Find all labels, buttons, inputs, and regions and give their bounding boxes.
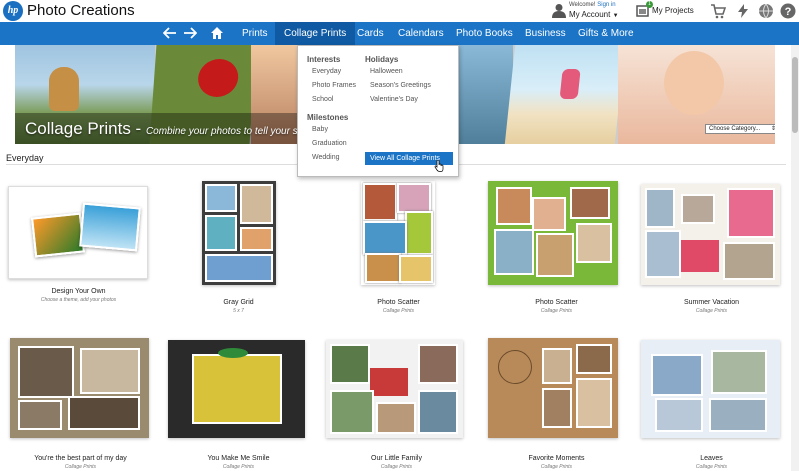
card-subtitle: Collage Prints: [64, 464, 97, 470]
card-thumbnail[interactable]: [202, 181, 276, 285]
product-card-our-little-family[interactable]: Our Little Family Collage Prints: [326, 338, 467, 471]
main-nav: Prints Collage Prints Cards Calendars Ph…: [0, 22, 799, 45]
my-projects-button[interactable]: 1 My Projects: [636, 1, 696, 19]
hero-photo-beach: [504, 45, 626, 144]
home-icon[interactable]: [210, 26, 224, 40]
menu-heading-interests: Interests: [307, 55, 341, 64]
nav-photo-books[interactable]: Photo Books: [456, 22, 513, 45]
card-thumbnail[interactable]: [326, 340, 463, 438]
product-card-summer-vacation[interactable]: Summer Vacation Collage Prints: [641, 181, 782, 316]
product-card-leaves[interactable]: Leaves Collage Prints: [641, 338, 782, 471]
chevron-down-icon: ▼: [612, 13, 619, 19]
nav-calendars[interactable]: Calendars: [398, 22, 444, 45]
product-card-gray-grid[interactable]: Gray Grid 5 x 7: [168, 181, 309, 316]
cart-icon[interactable]: [710, 3, 726, 19]
menu-heading-milestones: Milestones: [307, 113, 349, 122]
card-subtitle: Collage Prints: [540, 308, 573, 314]
card-title[interactable]: Photo Scatter: [486, 299, 627, 306]
product-card-photo-scatter-green[interactable]: Photo Scatter Collage Prints: [486, 181, 627, 316]
product-card-photo-scatter[interactable]: Photo Scatter Collage Prints: [328, 181, 469, 316]
scrollbar-thumb[interactable]: [792, 57, 798, 133]
menu-item-seasons-greetings[interactable]: Season's Greetings: [370, 82, 431, 89]
menu-item-everyday[interactable]: Everyday: [312, 68, 341, 75]
card-subtitle: Collage Prints: [540, 464, 573, 470]
card-thumbnail[interactable]: [361, 181, 435, 285]
menu-item-halloween[interactable]: Halloween: [370, 68, 403, 75]
card-title[interactable]: Gray Grid: [168, 299, 309, 306]
card-subtitle: Collage Prints: [380, 464, 413, 470]
card-title[interactable]: Design Your Own: [8, 288, 149, 295]
card-title[interactable]: You're the best part of my day: [10, 455, 151, 462]
menu-item-baby[interactable]: Baby: [312, 126, 328, 133]
menu-item-valentines-day[interactable]: Valentine's Day: [370, 96, 418, 103]
nav-cards[interactable]: Cards: [357, 22, 384, 45]
card-thumbnail[interactable]: [488, 181, 618, 285]
card-thumbnail[interactable]: [641, 340, 780, 438]
menu-item-wedding[interactable]: Wedding: [312, 154, 340, 161]
top-bar: hp Photo Creations Welcome! Sign in My A…: [0, 0, 799, 22]
section-title-everyday: Everyday: [6, 153, 44, 163]
arrow-left-icon[interactable]: [163, 26, 177, 40]
help-icon[interactable]: ?: [780, 3, 796, 19]
hp-logo[interactable]: hp: [3, 1, 23, 21]
nav-business[interactable]: Business: [525, 22, 566, 45]
product-card-design-your-own[interactable]: Design Your Own Choose a theme, add your…: [8, 186, 149, 306]
select-arrows-icon: ⇕: [770, 126, 775, 132]
lightning-icon[interactable]: [735, 3, 751, 19]
hero-title: Collage Prints - Combine your photos to …: [25, 119, 298, 138]
menu-item-school[interactable]: School: [312, 96, 333, 103]
svg-text:?: ?: [785, 6, 792, 18]
hand-cursor-icon: [434, 160, 444, 172]
menu-item-photo-frames[interactable]: Photo Frames: [312, 82, 356, 89]
card-thumbnail[interactable]: [488, 338, 618, 438]
card-thumbnail[interactable]: [10, 338, 149, 438]
hero-subtitle: Combine your photos to tell your s: [145, 126, 298, 137]
menu-item-graduation[interactable]: Graduation: [312, 140, 347, 147]
collage-prints-dropdown: Interests Everyday Photo Frames School H…: [297, 45, 459, 177]
welcome-text: Welcome! Sign in: [569, 2, 616, 8]
page-scrollbar[interactable]: [791, 45, 799, 471]
card-subtitle: Collage Prints: [695, 308, 728, 314]
product-card-favorite-moments[interactable]: Favorite Moments Collage Prints: [486, 338, 627, 471]
my-account-label[interactable]: My Account ▼: [569, 10, 619, 19]
product-card-best-part-of-my-day[interactable]: You're the best part of my day Collage P…: [10, 338, 151, 471]
card-thumbnail[interactable]: [641, 184, 780, 285]
globe-icon[interactable]: [758, 3, 774, 19]
card-thumbnail[interactable]: [168, 340, 305, 438]
card-title[interactable]: Favorite Moments: [486, 455, 627, 462]
arrow-right-icon[interactable]: [183, 26, 197, 40]
card-subtitle: Choose a theme, add your photos: [40, 297, 117, 303]
nav-prints[interactable]: Prints: [242, 22, 268, 45]
card-subtitle: 5 x 7: [233, 308, 244, 314]
card-title[interactable]: Our Little Family: [326, 455, 467, 462]
card-title[interactable]: Leaves: [641, 455, 782, 462]
card-thumbnail[interactable]: [8, 186, 148, 279]
user-icon: [552, 4, 566, 18]
sign-in-link[interactable]: Sign in: [597, 2, 615, 8]
product-card-you-make-me-smile[interactable]: You Make Me Smile Collage Prints: [168, 338, 309, 471]
card-subtitle: Collage Prints: [222, 464, 255, 470]
my-projects-label: My Projects: [652, 6, 694, 15]
nav-gifts-more[interactable]: Gifts & More: [578, 22, 634, 45]
card-title[interactable]: Summer Vacation: [641, 299, 782, 306]
card-title[interactable]: You Make Me Smile: [168, 455, 309, 462]
choose-category-select[interactable]: Choose Category... ⇕: [705, 124, 775, 134]
nav-collage-prints[interactable]: Collage Prints: [275, 22, 356, 45]
hero-photo-building: [459, 45, 513, 144]
card-subtitle: Collage Prints: [382, 308, 415, 314]
menu-heading-holidays: Holidays: [365, 55, 399, 64]
brand-title[interactable]: Photo Creations: [27, 2, 135, 19]
card-subtitle: Collage Prints: [695, 464, 728, 470]
card-title[interactable]: Photo Scatter: [328, 299, 469, 306]
